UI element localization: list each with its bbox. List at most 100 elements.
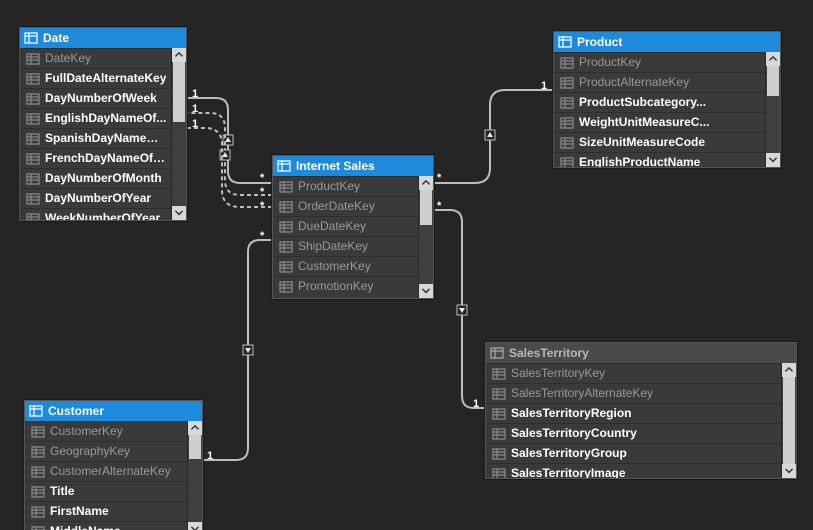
column-label: ProductKey (579, 53, 641, 72)
column-label: ProductAlternateKey (579, 73, 689, 92)
column-customer-5[interactable]: MiddleName (25, 521, 187, 530)
scroll-thumb[interactable] (420, 190, 432, 225)
column-label: SalesTerritoryKey (511, 364, 605, 383)
scroll-up-button[interactable] (419, 176, 433, 190)
column-icon (279, 241, 293, 253)
column-date-4[interactable]: SpanishDayNameOf... (20, 128, 171, 148)
column-product-3[interactable]: WeightUnitMeasureC... (554, 112, 765, 132)
scroll-down-button[interactable] (782, 464, 796, 478)
column-date-2[interactable]: DayNumberOfWeek (20, 88, 171, 108)
column-label: SpanishDayNameOf... (45, 129, 167, 148)
column-product-2[interactable]: ProductSubcategory... (554, 92, 765, 112)
column-label: PromotionKey (298, 277, 373, 296)
scroll-down-button[interactable] (188, 522, 202, 530)
column-product-0[interactable]: ProductKey (554, 52, 765, 72)
column-customer-4[interactable]: FirstName (25, 501, 187, 521)
column-icon (31, 486, 45, 498)
column-product-5[interactable]: EnglishProductName (554, 152, 765, 167)
column-icon (31, 426, 45, 438)
table-icon (29, 404, 43, 418)
column-internetsales-1[interactable]: OrderDateKey (273, 196, 418, 216)
column-salesterritory-4[interactable]: SalesTerritoryGroup (486, 443, 781, 463)
column-product-1[interactable]: ProductAlternateKey (554, 72, 765, 92)
column-internetsales-5[interactable]: PromotionKey (273, 276, 418, 296)
column-icon (31, 506, 45, 518)
column-icon (279, 221, 293, 233)
column-date-7[interactable]: DayNumberOfYear (20, 188, 171, 208)
column-label: SizeUnitMeasureCode (579, 133, 705, 152)
column-product-4[interactable]: SizeUnitMeasureCode (554, 132, 765, 152)
card-is-many-prod: * (437, 172, 441, 184)
column-label: DueDateKey (298, 217, 366, 236)
column-customer-0[interactable]: CustomerKey (25, 421, 187, 441)
column-salesterritory-2[interactable]: SalesTerritoryRegion (486, 403, 781, 423)
column-internetsales-4[interactable]: CustomerKey (273, 256, 418, 276)
column-date-8[interactable]: WeekNumberOfYear (20, 208, 171, 220)
column-date-0[interactable]: DateKey (20, 48, 171, 68)
card-is-many-c: * (260, 200, 264, 212)
scroll-thumb[interactable] (173, 62, 185, 122)
column-icon (26, 113, 40, 125)
column-internetsales-3[interactable]: ShipDateKey (273, 236, 418, 256)
column-label: FirstName (50, 502, 109, 521)
column-customer-1[interactable]: GeographyKey (25, 441, 187, 461)
column-label: CustomerAlternateKey (50, 462, 171, 481)
column-date-6[interactable]: DayNumberOfMonth (20, 168, 171, 188)
table-date[interactable]: DateDateKeyFullDateAlternateKeyDayNumber… (19, 27, 187, 221)
scroll-up-button[interactable] (782, 363, 796, 377)
column-customer-2[interactable]: CustomerAlternateKey (25, 461, 187, 481)
column-label: EnglishDayNameOf... (45, 109, 166, 128)
scrollbar[interactable] (781, 363, 796, 478)
column-date-3[interactable]: EnglishDayNameOf... (20, 108, 171, 128)
table-internetsales[interactable]: Internet SalesProductKeyOrderDateKeyDueD… (272, 155, 434, 299)
column-icon (279, 181, 293, 193)
scrollbar[interactable] (187, 421, 202, 530)
table-icon (490, 346, 504, 360)
table-customer[interactable]: CustomerCustomerKeyGeographyKeyCustomerA… (24, 400, 203, 530)
table-product[interactable]: ProductProductKeyProductAlternateKeyProd… (553, 31, 781, 168)
scrollbar[interactable] (418, 176, 433, 298)
card-cust-one: 1 (207, 450, 213, 462)
column-icon (560, 77, 574, 89)
column-customer-3[interactable]: Title (25, 481, 187, 501)
column-salesterritory-1[interactable]: SalesTerritoryAlternateKey (486, 383, 781, 403)
scroll-down-button[interactable] (419, 284, 433, 298)
table-salesterritory[interactable]: SalesTerritorySalesTerritoryKeySalesTerr… (485, 342, 797, 479)
scrollbar[interactable] (171, 48, 186, 220)
column-label: SalesTerritoryImage (511, 464, 626, 478)
table-header-salesterritory[interactable]: SalesTerritory (486, 343, 796, 363)
column-label: CustomerKey (50, 422, 123, 441)
table-columns: ProductKeyProductAlternateKeyProductSubc… (554, 52, 765, 167)
scrollbar[interactable] (765, 52, 780, 167)
column-label: FrenchDayNameOfW... (45, 149, 167, 168)
column-label: CustomerKey (298, 257, 371, 276)
column-label: SalesTerritoryRegion (511, 404, 631, 423)
scroll-down-button[interactable] (172, 206, 186, 220)
column-icon (492, 388, 506, 400)
column-icon (560, 97, 574, 109)
scroll-up-button[interactable] (766, 52, 780, 66)
column-internetsales-0[interactable]: ProductKey (273, 176, 418, 196)
table-header-product[interactable]: Product (554, 32, 780, 52)
card-is-many-a: * (260, 172, 264, 184)
column-icon (279, 261, 293, 273)
column-icon (492, 448, 506, 460)
column-date-1[interactable]: FullDateAlternateKey (20, 68, 171, 88)
scroll-down-button[interactable] (766, 153, 780, 167)
scroll-thumb[interactable] (767, 66, 779, 96)
column-internetsales-2[interactable]: DueDateKey (273, 216, 418, 236)
column-salesterritory-0[interactable]: SalesTerritoryKey (486, 363, 781, 383)
table-header-internetsales[interactable]: Internet Sales (273, 156, 433, 176)
scroll-thumb[interactable] (189, 435, 201, 459)
column-salesterritory-3[interactable]: SalesTerritoryCountry (486, 423, 781, 443)
scroll-up-button[interactable] (188, 421, 202, 435)
table-header-customer[interactable]: Customer (25, 401, 202, 421)
column-salesterritory-5[interactable]: SalesTerritoryImage (486, 463, 781, 478)
table-columns: ProductKeyOrderDateKeyDueDateKeyShipDate… (273, 176, 418, 298)
column-icon (31, 466, 45, 478)
table-header-date[interactable]: Date (20, 28, 186, 48)
scroll-up-button[interactable] (172, 48, 186, 62)
column-date-5[interactable]: FrenchDayNameOfW... (20, 148, 171, 168)
column-label: ProductSubcategory... (579, 93, 706, 112)
scroll-thumb[interactable] (783, 377, 795, 464)
